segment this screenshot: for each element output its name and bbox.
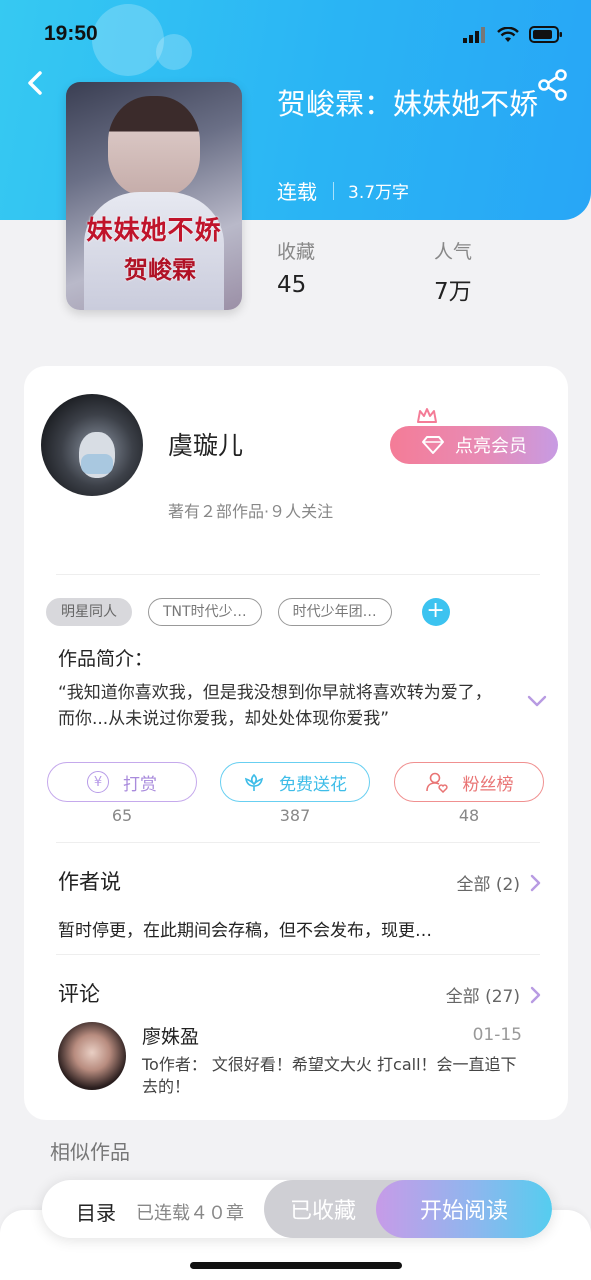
avatar-mask (81, 454, 113, 474)
cover-figure (108, 96, 200, 196)
home-indicator (190, 1262, 402, 1269)
author-name[interactable]: 虞璇儿 (168, 426, 243, 462)
chapter-count: 已连载４０章 (136, 1203, 244, 1224)
book-meta: 连载 3.7万字 (277, 176, 409, 205)
comments-title: 评论 (58, 982, 100, 1006)
book-word-count: 3.7万字 (348, 183, 410, 203)
author-note[interactable]: 暂时停更，在此期间会存稿，但不会发布，现更… (58, 916, 432, 941)
vip-button-label: 点亮会员 (455, 436, 527, 457)
author-says-title: 作者说 (58, 870, 121, 894)
comment-avatar[interactable] (58, 1022, 126, 1090)
stat-value: 7万 (434, 279, 472, 305)
author-avatar[interactable] (41, 394, 143, 496)
chevron-left-icon (28, 71, 42, 95)
action-label: 免费送花 (279, 774, 347, 795)
tip-button[interactable]: ¥ 打赏 (47, 762, 197, 802)
status-time: 19:50 (44, 22, 98, 45)
fans-count: 48 (458, 806, 480, 825)
chevron-down-icon[interactable] (526, 694, 548, 708)
stat-popularity: 人气 7万 (434, 237, 472, 306)
tag[interactable]: 时代少年团… (277, 598, 392, 626)
meta-divider (333, 181, 334, 200)
tip-count: 65 (111, 806, 133, 825)
chevron-right-icon (530, 986, 541, 1003)
collected-label: 已收藏 (289, 1199, 356, 1224)
start-reading-label: 开始阅读 (419, 1199, 508, 1224)
book-detail-card: 虞璇儿 著有２部作品·９人关注 点亮会员 明星同人 TNT时代少… 时代少年团…… (24, 366, 568, 1120)
flower-icon (244, 773, 264, 791)
similar-works-label: 相似作品 (50, 1140, 130, 1164)
diamond-icon (422, 436, 444, 454)
status-icons (463, 26, 563, 43)
yen-icon: ¥ (87, 771, 109, 793)
all-label: 全部 (27) (445, 987, 520, 1007)
tag-list: 明星同人 TNT时代少… 时代少年团… + (46, 598, 450, 626)
author-says-all-link[interactable]: 全部 (2) (457, 870, 542, 895)
cover-title: 妹妹她不娇 (86, 216, 222, 246)
comment-date: 01-15 (472, 1025, 522, 1045)
stat-favorites: 收藏 45 (277, 237, 315, 298)
action-label: 打赏 (123, 774, 157, 795)
comment-user[interactable]: 廖姝盈 (142, 1022, 199, 1049)
all-label: 全部 (2) (456, 875, 520, 895)
divider (56, 954, 540, 955)
divider (56, 574, 540, 575)
author-stats: 著有２部作品·９人关注 (168, 502, 334, 521)
add-tag-button[interactable]: + (421, 598, 450, 626)
battery-icon (529, 26, 562, 43)
crown-icon (417, 408, 437, 423)
cover-author: 贺峻霖 (124, 255, 196, 284)
tag[interactable]: 明星同人 (46, 598, 132, 626)
stat-label: 收藏 (277, 241, 316, 263)
stat-value: 45 (277, 272, 307, 298)
start-reading-button[interactable]: 开始阅读 (376, 1180, 552, 1238)
status-bar: 19:50 (0, 0, 591, 70)
book-title: 贺峻霖：妹妹她不娇 (277, 87, 539, 121)
divider (56, 842, 540, 843)
toc-button[interactable]: 目录 (76, 1197, 116, 1226)
intro-label: 作品简介： (58, 648, 154, 670)
fans-ranking-button[interactable]: 粉丝榜 (394, 762, 544, 802)
flower-count: 387 (279, 806, 311, 825)
back-button[interactable] (22, 66, 52, 100)
book-status: 连载 (277, 180, 317, 204)
intro-text: “我知道你喜欢我，但是我没想到你早就将喜欢转为爱了，而你...从未说过你爱我，却… (58, 683, 492, 729)
tag[interactable]: TNT时代少… (148, 598, 262, 626)
send-flower-button[interactable]: 免费送花 (220, 762, 370, 802)
vip-button[interactable]: 点亮会员 (390, 426, 558, 464)
wifi-icon (497, 26, 519, 42)
bottom-action-bar: 目录 已连载４０章 已收藏 开始阅读 (42, 1180, 552, 1238)
signal-icon (463, 26, 485, 43)
chevron-right-icon (530, 874, 541, 891)
comments-all-link[interactable]: 全部 (27) (446, 982, 542, 1007)
comment-text: To作者： 文很好看！希望文大火 打call！会一直追下去的！ (142, 1055, 517, 1096)
stat-label: 人气 (434, 241, 473, 263)
fans-icon (425, 772, 448, 793)
action-label: 粉丝榜 (462, 774, 514, 795)
book-cover[interactable]: 妹妹她不娇 贺峻霖 (66, 82, 242, 310)
